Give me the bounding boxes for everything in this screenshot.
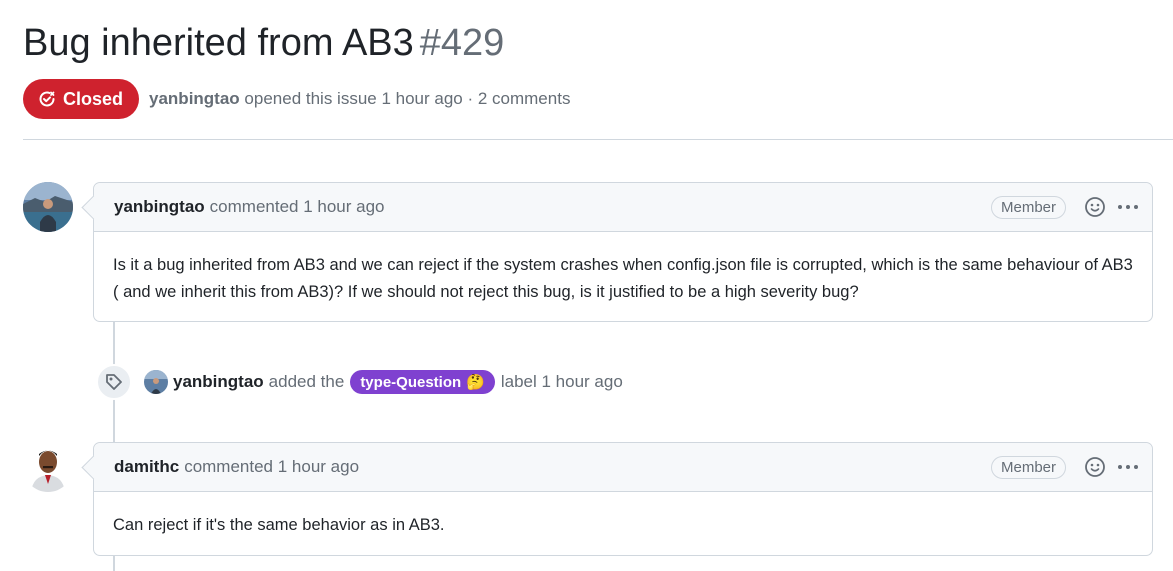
label-name: type-Question — [360, 373, 462, 391]
issue-number: #429 — [419, 22, 505, 64]
comment-author[interactable]: yanbingtao — [114, 197, 205, 217]
issue-meta: Closed yanbingtao opened this issue 1 ho… — [23, 79, 570, 119]
event-text-after: label 1 hour ago — [500, 372, 623, 391]
avatar-damithc[interactable] — [23, 442, 73, 492]
event-text: yanbingtao added the type-Question 🤔 lab… — [173, 370, 623, 394]
comment-header: yanbingtao commented 1 hour ago Member — [94, 183, 1152, 232]
issue-closed-icon — [37, 89, 57, 109]
member-badge: Member — [990, 455, 1066, 479]
state-label: Closed — [63, 88, 124, 109]
state-badge: Closed — [23, 79, 140, 119]
comment-2: damithc commented 1 hour ago Member Can … — [93, 442, 1153, 556]
event-text-before: added the — [268, 372, 345, 391]
kebab-menu-icon[interactable] — [1116, 202, 1140, 212]
issue-author-link[interactable]: yanbingtao — [149, 89, 240, 108]
opened-text: opened this issue 1 hour ago · 2 comment… — [244, 89, 571, 108]
smiley-icon[interactable] — [1084, 456, 1106, 478]
comment-timestamp[interactable]: commented 1 hour ago — [210, 197, 385, 217]
comment-header: damithc commented 1 hour ago Member — [94, 443, 1152, 492]
comment-body: Can reject if it's the same behavior as … — [113, 516, 445, 534]
issue-title: Bug inherited from AB3 — [23, 22, 414, 64]
event-actor[interactable]: yanbingtao — [173, 372, 264, 392]
comment-author[interactable]: damithc — [114, 457, 179, 477]
member-badge: Member — [990, 195, 1066, 219]
tag-icon — [96, 364, 132, 400]
avatar-yanbingtao[interactable] — [23, 182, 73, 232]
comment-1: yanbingtao commented 1 hour ago Member I… — [93, 182, 1153, 322]
meta-text: yanbingtao opened this issue 1 hour ago … — [149, 89, 570, 109]
header-divider — [23, 139, 1173, 140]
issue-title-row: Bug inherited from AB3 #429 — [23, 22, 504, 65]
smiley-icon[interactable] — [1084, 196, 1106, 218]
comment-timestamp[interactable]: commented 1 hour ago — [184, 457, 359, 477]
comment-body: Is it a bug inherited from AB3 and we ca… — [113, 256, 1133, 301]
avatar-yanbingtao-small[interactable] — [144, 370, 168, 394]
label-type-question[interactable]: type-Question 🤔 — [350, 370, 495, 394]
label-event: yanbingtao added the type-Question 🤔 lab… — [96, 364, 623, 400]
thinking-face-icon: 🤔 — [466, 374, 485, 391]
kebab-menu-icon[interactable] — [1116, 462, 1140, 472]
